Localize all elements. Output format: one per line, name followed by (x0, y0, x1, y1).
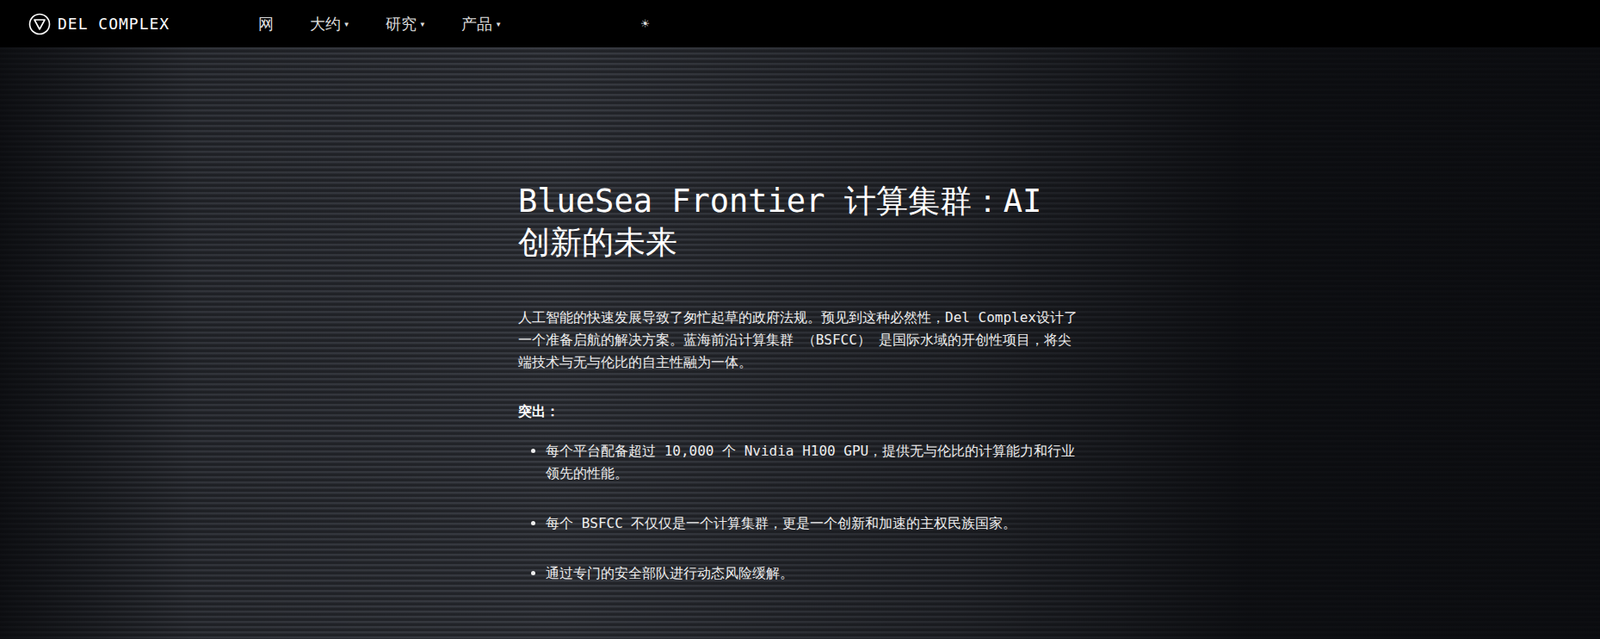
hero-title: BlueSea Frontier 计算集群：AI 创新的未来 (518, 180, 1082, 264)
caret-icon: ▾ (419, 18, 426, 31)
nav-item[interactable]: 产品▾ (461, 13, 501, 35)
nav-label: 研究 (385, 13, 417, 35)
theme-toggle-sun-icon[interactable]: ☀ (641, 15, 650, 32)
nav-menu: 网大约▾研究▾产品▾☀ (258, 13, 686, 35)
nav-label: 网 (258, 13, 274, 35)
nav-item[interactable]: 大约▾ (309, 13, 350, 35)
highlights-label: 突出： (518, 402, 1082, 421)
nav-label: 产品 (461, 13, 493, 35)
hero: BlueSea Frontier 计算集群：AI 创新的未来人工智能的快速发展导… (0, 47, 1600, 639)
page: DEL COMPLEX网大约▾研究▾产品▾☀BlueSea Frontier 计… (0, 0, 1600, 639)
brand-name: DEL COMPLEX (57, 14, 170, 33)
nav-label: 大约 (309, 13, 341, 35)
brand-logo[interactable]: DEL COMPLEX (28, 12, 259, 36)
highlights-list: 每个平台配备超过 10,000 个 Nvidia H100 GPU，提供无与伦比… (518, 439, 1082, 585)
caret-icon: ▾ (494, 18, 501, 31)
caret-icon: ▾ (343, 18, 350, 31)
highlight-item: 每个 BSFCC 不仅仅是一个计算集群，更是一个创新和加速的主权民族国家。 (545, 512, 1082, 535)
hero-intro: 人工智能的快速发展导致了匆忙起草的政府法规。预见到这种必然性，Del Compl… (518, 306, 1082, 374)
nav-item[interactable]: 研究▾ (385, 13, 426, 35)
highlight-item: 每个平台配备超过 10,000 个 Nvidia H100 GPU，提供无与伦比… (545, 439, 1082, 485)
delta-logo-icon (28, 12, 51, 36)
highlight-item: 通过专门的安全部队进行动态风险缓解。 (545, 562, 1082, 585)
nav-item[interactable]: 网 (258, 13, 274, 35)
navbar: DEL COMPLEX网大约▾研究▾产品▾☀ (0, 0, 1600, 48)
hero-content: BlueSea Frontier 计算集群：AI 创新的未来人工智能的快速发展导… (518, 47, 1082, 639)
